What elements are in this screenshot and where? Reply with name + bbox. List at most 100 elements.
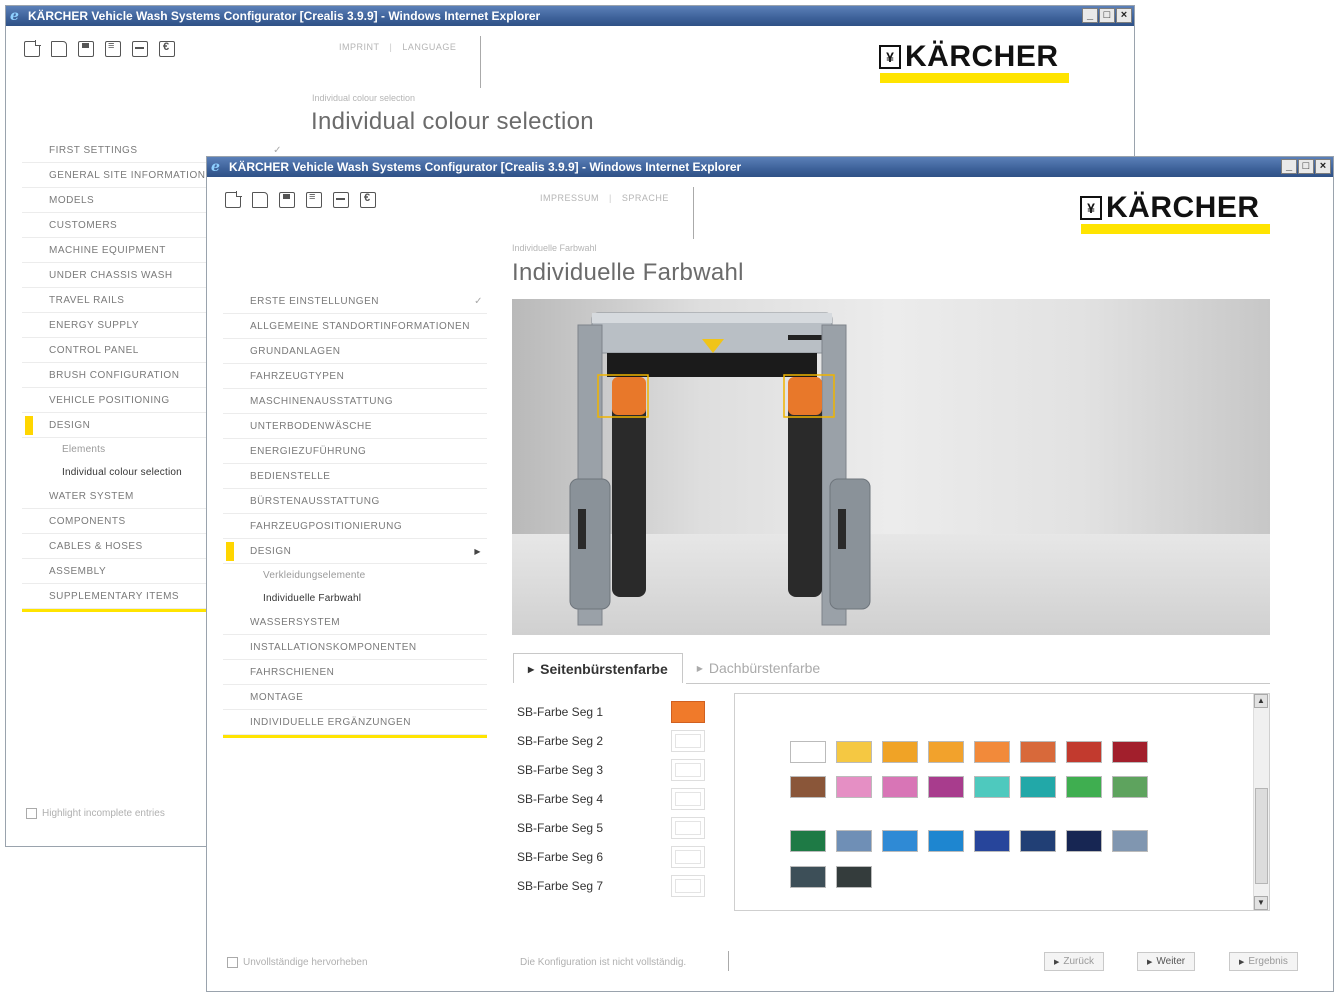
palette-color-swatch[interactable] bbox=[882, 830, 918, 852]
open-folder-icon[interactable] bbox=[51, 41, 67, 57]
palette-color-swatch[interactable] bbox=[882, 776, 918, 798]
nav-item[interactable]: BÜRSTENAUSSTATTUNG bbox=[223, 489, 487, 514]
checkbox[interactable] bbox=[26, 808, 37, 819]
palette-color-swatch[interactable] bbox=[928, 830, 964, 852]
nav-item[interactable]: UNTERBODENWÄSCHE bbox=[223, 414, 487, 439]
nav-item[interactable]: ERSTE EINSTELLUNGEN ✓ bbox=[223, 289, 487, 314]
palette-color-swatch[interactable] bbox=[1020, 776, 1056, 798]
karcher-emblem-icon: ¥ bbox=[1080, 196, 1102, 220]
palette-color-swatch[interactable] bbox=[836, 866, 872, 888]
highlight-incomplete[interactable]: Highlight incomplete entries bbox=[26, 808, 165, 819]
impressum-link[interactable]: IMPRESSUM bbox=[540, 193, 599, 203]
palette-color-swatch[interactable] bbox=[974, 830, 1010, 852]
palette-color-swatch[interactable] bbox=[1066, 741, 1102, 763]
palette-color-swatch[interactable] bbox=[1112, 830, 1148, 852]
palette-color-swatch[interactable] bbox=[882, 741, 918, 763]
scroll-down-arrow-icon[interactable]: ▼ bbox=[1254, 896, 1268, 910]
palette-color-swatch[interactable] bbox=[790, 830, 826, 852]
ie-icon: e bbox=[211, 158, 220, 175]
report-page-icon[interactable] bbox=[105, 40, 121, 57]
palette-color-swatch[interactable] bbox=[1020, 830, 1056, 852]
save-disk-icon[interactable] bbox=[78, 41, 94, 57]
segment-color-swatch[interactable] bbox=[671, 788, 705, 810]
palette-color-swatch[interactable] bbox=[836, 830, 872, 852]
next-button[interactable]: ▶ Weiter bbox=[1137, 952, 1196, 971]
palette-color-swatch[interactable] bbox=[790, 866, 826, 888]
open-folder-icon[interactable] bbox=[252, 192, 268, 208]
scroll-up-arrow-icon[interactable]: ▲ bbox=[1254, 694, 1268, 708]
nav-item[interactable]: MONTAGE bbox=[223, 685, 487, 710]
maximize-button[interactable]: □ bbox=[1099, 8, 1115, 23]
palette-color-swatch[interactable] bbox=[836, 776, 872, 798]
result-button[interactable]: ▶ Ergebnis bbox=[1229, 952, 1298, 971]
nav-item[interactable]: WASSERSYSTEM bbox=[223, 610, 487, 635]
palette-color-swatch[interactable] bbox=[1112, 741, 1148, 763]
page-title: Individual colour selection bbox=[311, 108, 594, 135]
minimize-button[interactable]: _ bbox=[1281, 159, 1297, 174]
breadcrumb: Individuelle Farbwahl bbox=[512, 243, 597, 253]
palette-color-swatch[interactable] bbox=[1112, 776, 1148, 798]
nav-item[interactable]: ALLGEMEINE STANDORTINFORMATIONEN bbox=[223, 314, 487, 339]
palette-color-swatch[interactable] bbox=[1066, 776, 1102, 798]
checkbox[interactable] bbox=[227, 957, 238, 968]
palette-color-swatch[interactable] bbox=[836, 741, 872, 763]
segment-color-swatch[interactable] bbox=[671, 730, 705, 752]
segment-color-swatch[interactable] bbox=[671, 701, 705, 723]
new-document-icon[interactable] bbox=[24, 40, 41, 57]
segment-color-swatch[interactable] bbox=[671, 846, 705, 868]
palette-color-swatch[interactable] bbox=[1020, 741, 1056, 763]
segment-color-swatch[interactable] bbox=[671, 759, 705, 781]
nav-item[interactable]: MASCHINENAUSSTATTUNG bbox=[223, 389, 487, 414]
nav-subitem[interactable]: Verkleidungselemente bbox=[223, 564, 487, 587]
tab-roof-brush-color[interactable]: ▶ Dachbürstenfarbe bbox=[683, 653, 834, 683]
new-document-icon[interactable] bbox=[225, 191, 242, 208]
report-page-icon[interactable] bbox=[306, 191, 322, 208]
result-arrow-icon: ▶ bbox=[1239, 959, 1245, 966]
nav-separator: | bbox=[609, 193, 612, 203]
nav-item[interactable]: INSTALLATIONSKOMPONENTEN bbox=[223, 635, 487, 660]
save-disk-icon[interactable] bbox=[279, 192, 295, 208]
image-icon[interactable] bbox=[132, 41, 148, 57]
back-title-bar: e KÄRCHER Vehicle Wash Systems Configura… bbox=[6, 6, 1134, 26]
active-marker bbox=[25, 416, 33, 435]
empty-swatch-mark bbox=[675, 879, 701, 893]
language-link[interactable]: LANGUAGE bbox=[402, 42, 456, 52]
scroll-thumb[interactable] bbox=[1255, 788, 1268, 884]
sprache-link[interactable]: SPRACHE bbox=[622, 193, 669, 203]
palette-scrollbar[interactable]: ▲ ▼ bbox=[1253, 694, 1269, 910]
breadcrumb: Individual colour selection bbox=[312, 93, 416, 103]
palette-color-swatch[interactable] bbox=[790, 741, 826, 763]
nav-item[interactable]: INDIVIDUELLE ERGÄNZUNGEN bbox=[223, 710, 487, 735]
close-button[interactable]: × bbox=[1315, 159, 1331, 174]
palette-color-swatch[interactable] bbox=[1066, 830, 1102, 852]
nav-item[interactable]: FAHRZEUGTYPEN bbox=[223, 364, 487, 389]
nav-item[interactable]: BEDIENSTELLE bbox=[223, 464, 487, 489]
nav-subitem-active[interactable]: Individuelle Farbwahl bbox=[223, 587, 487, 610]
logo-text: KÄRCHER bbox=[1106, 191, 1260, 224]
back-button[interactable]: ▶ Zurück bbox=[1044, 952, 1104, 971]
segment-color-swatch[interactable] bbox=[671, 875, 705, 897]
palette-color-swatch[interactable] bbox=[790, 776, 826, 798]
segment-color-swatch[interactable] bbox=[671, 817, 705, 839]
tab-side-brush-color[interactable]: ▶ Seitenbürstenfarbe bbox=[513, 653, 683, 683]
palette-color-swatch[interactable] bbox=[928, 741, 964, 763]
highlight-incomplete[interactable]: Unvollständige hervorheben bbox=[227, 957, 368, 968]
divider bbox=[693, 187, 694, 239]
nav-item[interactable]: FAHRSCHIENEN bbox=[223, 660, 487, 685]
price-euro-icon[interactable] bbox=[360, 192, 376, 208]
palette-color-swatch[interactable] bbox=[974, 776, 1010, 798]
maximize-button[interactable]: □ bbox=[1298, 159, 1314, 174]
image-icon[interactable] bbox=[333, 192, 349, 208]
nav-item[interactable]: GRUNDANLAGEN bbox=[223, 339, 487, 364]
nav-item[interactable]: FAHRZEUGPOSITIONIERUNG bbox=[223, 514, 487, 539]
highlight-label: Highlight incomplete entries bbox=[42, 808, 165, 819]
palette-color-swatch[interactable] bbox=[928, 776, 964, 798]
minimize-button[interactable]: _ bbox=[1082, 8, 1098, 23]
active-marker bbox=[226, 542, 234, 561]
price-euro-icon[interactable] bbox=[159, 41, 175, 57]
imprint-link[interactable]: IMPRINT bbox=[339, 42, 380, 52]
nav-item-design[interactable]: DESIGN ▶ bbox=[223, 539, 487, 564]
palette-color-swatch[interactable] bbox=[974, 741, 1010, 763]
nav-item[interactable]: ENERGIEZUFÜHRUNG bbox=[223, 439, 487, 464]
close-button[interactable]: × bbox=[1116, 8, 1132, 23]
